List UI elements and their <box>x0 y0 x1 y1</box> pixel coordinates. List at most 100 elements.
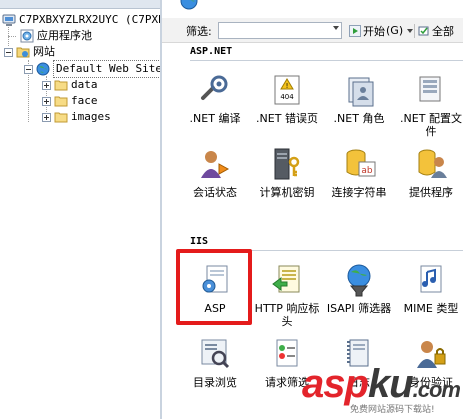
filter-label: 筛选: <box>186 25 212 38</box>
show-all-icon <box>418 26 429 35</box>
feature-dotnet-profile[interactable]: .NET 配置文件 <box>396 72 463 138</box>
tree-item-label: images <box>71 110 111 123</box>
tree-line <box>8 36 16 37</box>
feature-asp[interactable]: ASP <box>180 262 250 315</box>
feature-label: .NET 配置文件 <box>400 112 462 138</box>
feature-connection-strings[interactable]: ab 连接字符串 <box>324 146 394 199</box>
folder-icon <box>54 78 68 92</box>
feature-authentication[interactable]: 身份验证 <box>396 336 463 389</box>
feature-http-response-headers[interactable]: HTTP 响应标头 <box>252 262 322 328</box>
machine-key-icon <box>269 146 305 182</box>
feature-label: 日志 <box>348 376 370 389</box>
authentication-icon <box>413 336 449 372</box>
tree-item-label: C7PXBXYZLRX2UYC (C7PXBXY <box>19 13 160 26</box>
feature-label: 连接字符串 <box>331 186 387 199</box>
dotnet-compile-icon <box>197 72 233 108</box>
feature-directory-browsing[interactable]: 目录浏览 <box>180 336 250 389</box>
feature-label: 会话状态 <box>193 186 237 199</box>
folder-icon <box>54 110 68 124</box>
tree-item-folder-images[interactable]: images <box>42 109 111 125</box>
page-header-icon <box>180 0 198 10</box>
show-all-button[interactable]: 全部 <box>414 22 454 39</box>
request-filtering-icon <box>269 336 305 372</box>
section-divider <box>190 60 463 61</box>
feature-providers[interactable]: 提供程序 <box>396 146 463 199</box>
svg-text:ab: ab <box>361 166 373 176</box>
page-header <box>162 0 463 18</box>
section-header-iis: IIS <box>190 236 209 247</box>
feature-label: 提供程序 <box>409 186 453 199</box>
feature-mime-types[interactable]: MIME 类型 <box>396 262 463 315</box>
feature-label: .NET 编译 <box>189 112 241 125</box>
tree-item-app-pools[interactable]: 应用程序池 <box>20 28 92 44</box>
play-icon <box>349 24 361 37</box>
tree-item-label: face <box>71 94 98 107</box>
tree-item-sites[interactable]: 网站 <box>4 44 55 60</box>
isapi-filter-icon <box>341 262 377 298</box>
show-all-label: 全部 <box>432 24 454 38</box>
providers-icon <box>413 146 449 182</box>
session-state-icon <box>197 146 233 182</box>
feature-dotnet-compile[interactable]: .NET 编译 <box>180 72 250 125</box>
collapse-icon[interactable] <box>24 64 33 74</box>
chevron-down-icon[interactable] <box>407 28 414 33</box>
expand-icon[interactable] <box>42 80 51 90</box>
feature-dotnet-error-pages[interactable]: ! 404 .NET 错误页 <box>252 72 322 125</box>
error-page-404-icon: ! 404 <box>269 72 305 108</box>
start-shortcut: (G) <box>386 24 404 37</box>
start-label: 开始 <box>363 24 385 38</box>
feature-isapi-filters[interactable]: ISAPI 筛选器 <box>324 262 394 315</box>
feature-request-filtering[interactable]: 请求筛选 <box>252 336 322 389</box>
logging-icon <box>341 336 377 372</box>
features-view: 筛选: 开始 (G) 全部 ASP.NET IIS .NET 编译 ! 404 .… <box>162 0 463 419</box>
connections-tree-panel: C7PXBXYZLRX2UYC (C7PXBXY 应用程序池 网站 Defaul… <box>0 0 161 419</box>
tree-item-default-web-site[interactable]: Default Web Site <box>24 60 160 78</box>
feature-label: HTTP 响应标头 <box>254 302 320 328</box>
tree-item-folder-face[interactable]: face <box>42 93 98 109</box>
expand-icon[interactable] <box>42 112 51 122</box>
tree-item-label: 应用程序池 <box>37 29 92 42</box>
connection-string-icon: ab <box>341 146 377 182</box>
feature-label: 身份验证 <box>409 376 453 389</box>
filter-bar: 筛选: 开始 (G) 全部 <box>162 18 463 43</box>
folder-sites-icon <box>16 45 30 59</box>
section-header-aspnet: ASP.NET <box>190 46 233 57</box>
profile-icon <box>413 72 449 108</box>
feature-label: .NET 错误页 <box>256 112 318 125</box>
roles-icon <box>341 72 377 108</box>
filter-input[interactable] <box>218 22 342 39</box>
section-divider <box>190 250 463 251</box>
folder-icon <box>54 94 68 108</box>
expand-icon[interactable] <box>42 96 51 106</box>
tree-toolbar <box>0 0 160 9</box>
tree-item-label: data <box>71 78 98 91</box>
separator <box>414 23 415 38</box>
collapse-icon[interactable] <box>4 47 13 57</box>
feature-dotnet-roles[interactable]: .NET 角色 <box>324 72 394 125</box>
feature-label: MIME 类型 <box>403 302 459 315</box>
tree-item-label: Default Web Site <box>53 60 160 78</box>
feature-label: .NET 角色 <box>333 112 385 125</box>
svg-text:!: ! <box>286 82 289 90</box>
start-filter-button[interactable]: 开始 (G) <box>349 22 414 39</box>
globe-icon <box>36 62 50 76</box>
mime-types-icon <box>413 262 449 298</box>
server-icon <box>2 13 16 27</box>
feature-label: ISAPI 筛选器 <box>326 302 392 315</box>
feature-machine-key[interactable]: 计算机密钥 <box>252 146 322 199</box>
tree-item-server[interactable]: C7PXBXYZLRX2UYC (C7PXBXY <box>2 12 160 28</box>
feature-label: 计算机密钥 <box>259 186 315 199</box>
feature-label: 目录浏览 <box>193 376 237 389</box>
feature-session-state[interactable]: 会话状态 <box>180 146 250 199</box>
http-headers-icon <box>269 262 305 298</box>
svg-text:404: 404 <box>280 93 294 101</box>
chevron-down-icon[interactable] <box>333 26 339 30</box>
feature-label: 请求筛选 <box>265 376 309 389</box>
app-pool-icon <box>20 29 34 43</box>
directory-browsing-icon <box>197 336 233 372</box>
feature-logging[interactable]: 日志 <box>324 336 394 389</box>
asp-icon <box>197 262 233 298</box>
tree-item-label: 网站 <box>33 45 55 58</box>
tree-item-folder-data[interactable]: data <box>42 77 98 93</box>
feature-label: ASP <box>204 302 226 315</box>
